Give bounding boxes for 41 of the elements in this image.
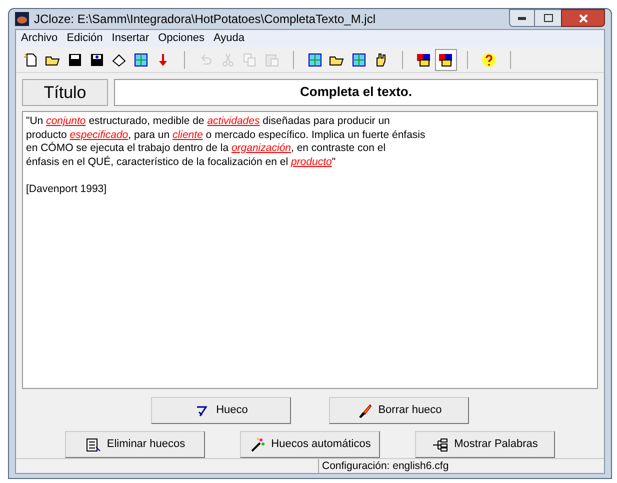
- minimize-button[interactable]: [509, 9, 535, 27]
- tree-branch-icon: [432, 436, 448, 452]
- menu-item[interactable]: Edición: [66, 30, 103, 47]
- toolbar-button[interactable]: [435, 48, 457, 70]
- save-as-icon: [89, 52, 105, 68]
- text-line: producto especificado, para un cliente o mercado específico. Implica un fuerte énfasis: [26, 128, 426, 142]
- menu-item[interactable]: Archivo: [21, 30, 58, 47]
- text-line: en CÓMO se ejecuta el trabajo dentro de la organización, en contraste con el: [26, 142, 386, 156]
- status-text: Configuración: english6.cfg: [321, 459, 450, 473]
- copy-icon: [242, 52, 258, 68]
- maximize-icon: [544, 14, 552, 22]
- action-button[interactable]: Mostrar Palabras: [415, 431, 555, 458]
- text-line: "Un conjunto estructurado, medible de actividades diseñadas para producir un: [26, 115, 390, 128]
- action-button[interactable]: Borrar hueco: [329, 397, 469, 424]
- menu-item[interactable]: Ayuda: [214, 30, 245, 47]
- save-icon: [67, 52, 83, 68]
- menu-item[interactable]: Insertar: [112, 30, 150, 47]
- title-label: Título: [22, 79, 108, 106]
- window-title: JCloze: E:\Samm\Integradora\HotPotatoes\CompletaTexto_M.jcl: [34, 11, 376, 28]
- color-squares-icon: [416, 52, 432, 68]
- text-editor[interactable]: [22, 111, 598, 389]
- color-squares-icon: [438, 52, 454, 68]
- help-icon: [481, 52, 497, 68]
- action-button[interactable]: Huecos automáticos: [240, 431, 380, 458]
- close-icon: [578, 14, 588, 22]
- paste-icon: [264, 52, 280, 68]
- citation-text: [Davenport 1993]: [26, 182, 107, 196]
- maximize-button[interactable]: [535, 9, 561, 27]
- minimize-icon: [518, 16, 526, 20]
- close-button[interactable]: [561, 9, 605, 27]
- scissors-icon: [220, 52, 236, 68]
- magic-wand-icon: [249, 436, 266, 452]
- title-field[interactable]: Completa el texto.: [114, 79, 598, 106]
- text-line: énfasis en el QUÉ, característico de la focalización en el producto": [26, 156, 336, 169]
- action-button[interactable]: Hueco: [151, 397, 291, 424]
- menu-item[interactable]: Opciones: [158, 30, 205, 47]
- brush-icon: [356, 402, 372, 418]
- new-file-icon: [23, 52, 39, 68]
- document-list-icon: [84, 436, 101, 452]
- app-icon: [15, 12, 29, 26]
- action-button[interactable]: Eliminar huecos: [65, 431, 205, 458]
